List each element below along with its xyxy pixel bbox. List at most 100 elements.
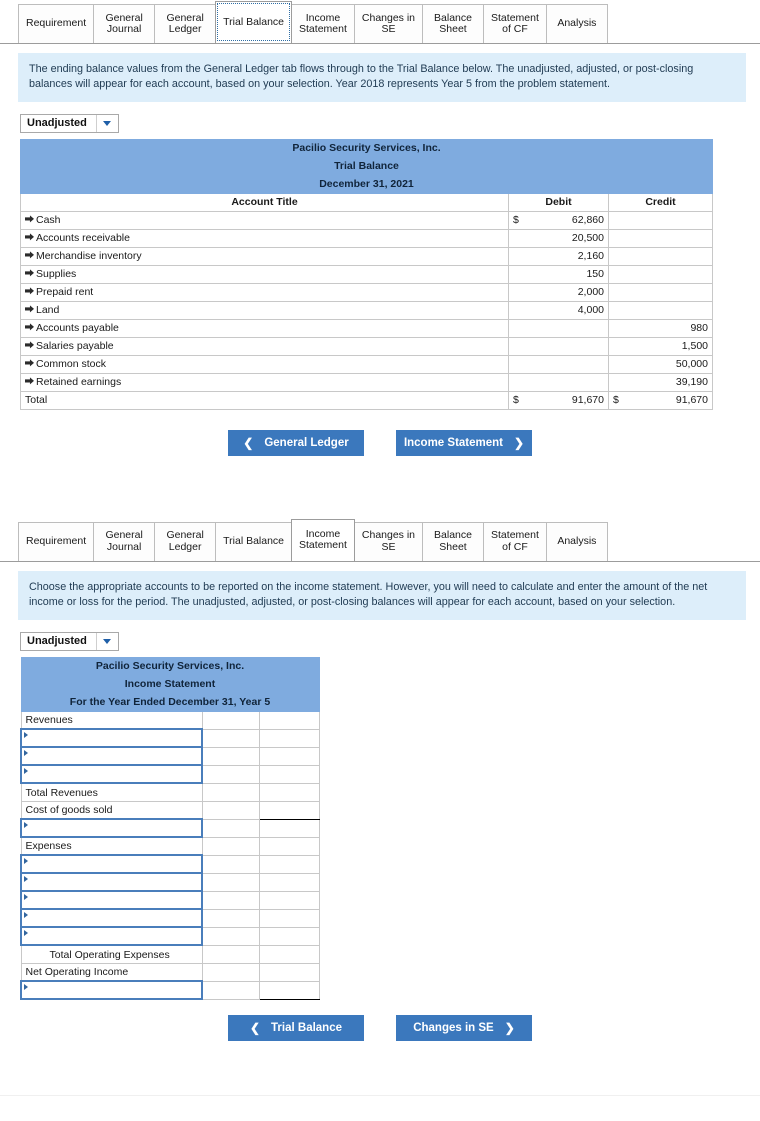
account-select-input[interactable]	[20, 854, 203, 875]
input-row	[20, 818, 320, 839]
tab-statement-of-cf[interactable]: Statement of CF	[483, 521, 547, 561]
amount-cell-2[interactable]	[258, 980, 320, 1000]
amount-cell-2[interactable]	[258, 944, 320, 964]
amount-cell-1[interactable]	[201, 944, 260, 964]
credit-cell: 39,190	[608, 372, 713, 392]
amount-cell-2[interactable]	[258, 818, 320, 838]
amount-cell-1[interactable]	[201, 980, 260, 1000]
expand-row-icon[interactable]	[25, 251, 34, 259]
debit-cell	[508, 318, 609, 338]
panel2-button-bar: ❮ Trial Balance Changes in SE ❯	[0, 1015, 760, 1042]
tab-statement-of-cf[interactable]: Statement of CF	[483, 4, 547, 43]
tab-balance-sheet[interactable]: Balance Sheet	[422, 4, 485, 43]
tab-general-journal[interactable]: General Journal	[93, 4, 156, 43]
amount-cell-2[interactable]	[258, 782, 320, 802]
tab-changes-in-se[interactable]: Changes in SE	[353, 4, 424, 43]
balance-type-value: Unadjusted	[27, 117, 87, 130]
panel2-tab-strip: Requirement General Journal General Ledger…	[0, 518, 760, 562]
amount-cell-2[interactable]	[258, 854, 320, 874]
account-select-input[interactable]	[20, 764, 203, 785]
expand-row-icon[interactable]	[25, 305, 34, 313]
amount-cell-1[interactable]	[201, 890, 260, 910]
next-changes-in-se-button[interactable]: Changes in SE ❯	[396, 1015, 532, 1042]
account-title-cell[interactable]: Land	[20, 300, 509, 320]
tab-requirement[interactable]: Requirement	[18, 4, 95, 43]
previous-trial-balance-button[interactable]: ❮ Trial Balance	[228, 1015, 364, 1042]
amount-cell-1[interactable]	[201, 926, 260, 946]
account-select-input[interactable]	[20, 818, 203, 839]
amount-cell-1[interactable]	[201, 728, 260, 748]
expand-row-icon[interactable]	[25, 377, 34, 385]
chevron-down-icon[interactable]	[95, 114, 118, 132]
debit-cell	[508, 336, 609, 356]
account-title-cell[interactable]: Merchandise inventory	[20, 246, 509, 266]
account-title-cell[interactable]: Accounts receivable	[20, 228, 509, 248]
table-row: Accounts payable 980	[20, 318, 713, 338]
account-select-input[interactable]	[20, 980, 203, 1001]
account-select-input[interactable]	[20, 746, 203, 767]
amount-cell-1[interactable]	[201, 854, 260, 874]
tab-general-ledger[interactable]: General Ledger	[154, 521, 217, 561]
amount-cell-2[interactable]	[258, 926, 320, 946]
tab-balance-sheet[interactable]: Balance Sheet	[422, 521, 485, 561]
tab-income-statement[interactable]: Income Statement	[291, 4, 355, 43]
amount-cell-2[interactable]	[258, 728, 320, 748]
table-row: Prepaid rent 2,000	[20, 282, 713, 302]
account-select-input[interactable]	[20, 728, 203, 749]
amount-cell-2[interactable]	[258, 836, 320, 856]
account-select-input[interactable]	[20, 872, 203, 893]
amount-cell-2[interactable]	[258, 746, 320, 766]
account-select-input[interactable]	[20, 890, 203, 911]
amount-cell-2[interactable]	[258, 962, 320, 982]
amount-cell-1[interactable]	[201, 836, 260, 856]
amount-cell-1[interactable]	[201, 764, 260, 784]
account-select-input[interactable]	[20, 926, 203, 947]
amount-cell-2[interactable]	[258, 872, 320, 892]
expand-row-icon[interactable]	[25, 359, 34, 367]
tab-changes-in-se[interactable]: Changes in SE	[353, 521, 424, 561]
tab-trial-balance[interactable]: Trial Balance	[215, 1, 293, 43]
amount-cell-2[interactable]	[258, 890, 320, 910]
expand-row-icon[interactable]	[25, 233, 34, 241]
expand-row-icon[interactable]	[25, 215, 34, 223]
expand-row-icon[interactable]	[25, 341, 34, 349]
next-income-statement-button[interactable]: Income Statement ❯	[396, 429, 532, 456]
amount-cell-1[interactable]	[201, 872, 260, 892]
tab-analysis[interactable]: Analysis	[545, 4, 608, 43]
amount-cell-1[interactable]	[201, 818, 260, 838]
amount-cell-1[interactable]	[201, 710, 260, 730]
expand-row-icon[interactable]	[25, 323, 34, 331]
account-title-cell[interactable]: Cash	[20, 210, 509, 230]
expand-row-icon[interactable]	[25, 287, 34, 295]
amount-cell-2[interactable]	[258, 908, 320, 928]
amount-cell-1[interactable]	[201, 800, 260, 820]
amount-cell-1[interactable]	[201, 746, 260, 766]
credit-cell: 980	[608, 318, 713, 338]
balance-type-select-2[interactable]: Unadjusted	[20, 631, 119, 651]
amount-cell-2[interactable]	[258, 764, 320, 784]
account-title-cell[interactable]: Prepaid rent	[20, 282, 509, 302]
amount-cell-1[interactable]	[201, 908, 260, 928]
account-title-cell[interactable]: Salaries payable	[20, 336, 509, 356]
balance-type-select[interactable]: Unadjusted	[20, 113, 119, 133]
tab-trial-balance[interactable]: Trial Balance	[215, 521, 293, 561]
amount-cell-2[interactable]	[258, 710, 320, 730]
expand-row-icon[interactable]	[25, 269, 34, 277]
statement-title-line: Trial Balance	[20, 156, 713, 176]
tab-general-journal[interactable]: General Journal	[93, 521, 156, 561]
account-title-cell[interactable]: Supplies	[20, 264, 509, 284]
tab-income-statement[interactable]: Income Statement	[291, 518, 355, 561]
account-title-cell[interactable]: Common stock	[20, 354, 509, 374]
account-select-input[interactable]	[20, 908, 203, 929]
amount-cell-2[interactable]	[258, 800, 320, 820]
chevron-down-icon[interactable]	[95, 632, 118, 650]
tab-analysis[interactable]: Analysis	[545, 521, 608, 561]
account-title-cell[interactable]: Retained earnings	[20, 372, 509, 392]
tab-general-ledger[interactable]: General Ledger	[154, 4, 217, 43]
tab-requirement[interactable]: Requirement	[18, 521, 95, 561]
previous-general-ledger-button[interactable]: ❮ General Ledger	[228, 429, 364, 456]
account-title-cell[interactable]: Accounts payable	[20, 318, 509, 338]
amount-cell-1[interactable]	[201, 782, 260, 802]
amount-cell-1[interactable]	[201, 962, 260, 982]
input-row	[20, 872, 320, 893]
